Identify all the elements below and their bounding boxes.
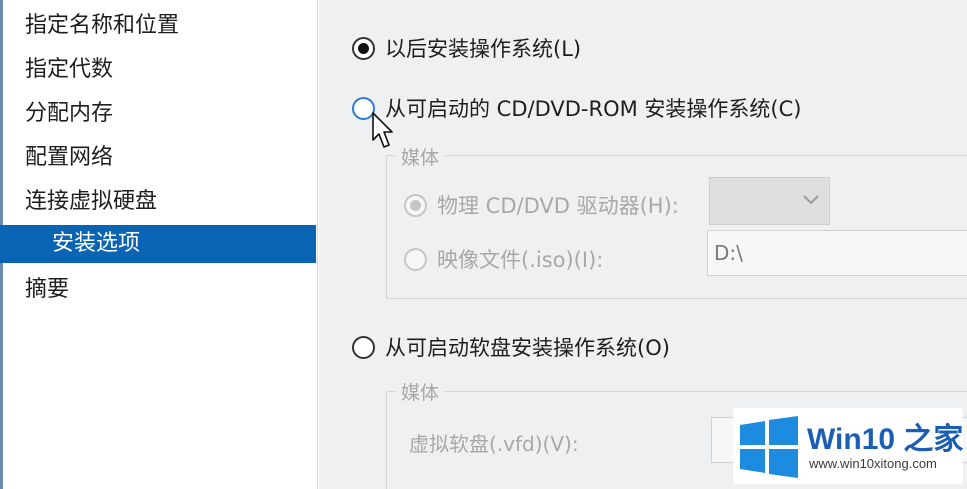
cd-media-group	[386, 155, 967, 299]
install-from-floppy-label: 从可启动软盘安装操作系统(O)	[385, 336, 670, 360]
image-file-radio[interactable]	[404, 247, 427, 271]
windows-logo-icon	[740, 416, 798, 478]
option-install-later[interactable]: 以后安装操作系统(L)	[352, 33, 581, 63]
install-from-floppy-radio[interactable]	[352, 335, 375, 359]
nav-item-generation[interactable]: 指定代数	[0, 51, 316, 89]
physical-drive-radio[interactable]	[404, 193, 427, 217]
nav-item-network[interactable]: 配置网络	[0, 139, 316, 177]
site-watermark: Win10 之家 www.win10xitong.com	[733, 408, 963, 484]
physical-drive-combo[interactable]	[709, 177, 830, 225]
install-later-radio[interactable]	[352, 36, 375, 60]
nav-item-install-options[interactable]: 安装选项	[0, 225, 316, 263]
option-install-from-floppy[interactable]: 从可启动软盘安装操作系统(O)	[352, 332, 670, 362]
cd-media-group-title: 媒体	[395, 143, 446, 170]
floppy-media-group-title: 媒体	[395, 378, 446, 405]
image-file-label: 映像文件(.iso)(I):	[437, 248, 604, 272]
option-physical-drive[interactable]: 物理 CD/DVD 驱动器(H):	[404, 190, 679, 220]
install-from-cd-label: 从可启动的 CD/DVD-ROM 安装操作系统(C)	[385, 97, 802, 121]
chevron-down-icon	[803, 195, 819, 205]
image-file-path-input[interactable]: D:\	[707, 230, 967, 276]
virtual-floppy-label: 虚拟软盘(.vfd)(V):	[409, 432, 579, 456]
nav-item-virtual-disk[interactable]: 连接虚拟硬盘	[0, 183, 316, 221]
nav-item-memory[interactable]: 分配内存	[0, 95, 316, 133]
nav-item-summary[interactable]: 摘要	[0, 271, 316, 309]
watermark-title: Win10 之家	[807, 423, 964, 456]
option-install-from-cd[interactable]: 从可启动的 CD/DVD-ROM 安装操作系统(C)	[352, 93, 801, 123]
physical-drive-label: 物理 CD/DVD 驱动器(H):	[437, 194, 679, 218]
watermark-url: www.win10xitong.com	[809, 456, 937, 471]
install-later-label: 以后安装操作系统(L)	[385, 37, 582, 61]
nav-item-name-location[interactable]: 指定名称和位置	[0, 7, 316, 45]
option-image-file[interactable]: 映像文件(.iso)(I):	[404, 244, 603, 274]
wizard-navigation: 指定名称和位置 指定代数 分配内存 配置网络 连接虚拟硬盘 安装选项 摘要	[0, 0, 318, 489]
mouse-pointer-icon	[372, 112, 393, 148]
